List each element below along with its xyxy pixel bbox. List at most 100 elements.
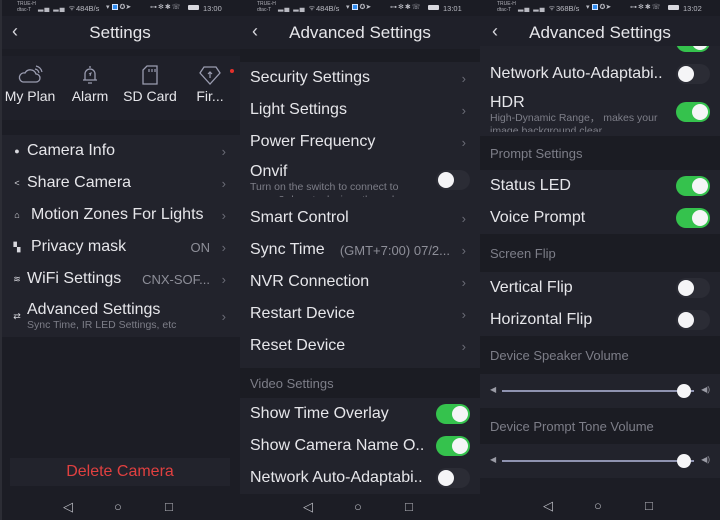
nav-recent-icon[interactable]: □: [645, 498, 653, 513]
row-label: Horizontal Flip: [490, 311, 593, 328]
row-status-led: Status LED: [480, 170, 720, 202]
row-label: Voice Prompt: [490, 209, 586, 226]
tone-volume-slider[interactable]: [502, 454, 694, 468]
section-speaker-volume: Device Speaker Volume: [480, 336, 720, 374]
settings-screen: TRUE-H dtac-T ▂▄ ▂▄ ᯤ 484B/s ▾ ✪➤ ⊶✻✱☏ 13…: [0, 0, 240, 520]
row-label: Restart Device: [250, 305, 355, 322]
chevron-right-icon: ›: [461, 210, 466, 226]
advanced-settings-screen: TRUE-H dtac-T ▂▄ ▂▄ ᯤ 484B/s ▾ ✪➤ ⊶✻✱☏ 13…: [240, 0, 480, 520]
row-light-settings[interactable]: Light Settings ›: [240, 94, 480, 126]
row-restart-device[interactable]: Restart Device ›: [240, 298, 480, 330]
advanced-settings-scrolled-screen: Network Auto-Adaptabi.. HDR High-Dynamic…: [480, 0, 720, 520]
chevron-right-icon: ›: [221, 175, 226, 191]
header: ‹ Advanced Settings: [240, 16, 480, 49]
network-speed: 368B/s: [556, 4, 580, 13]
shortcut-alarm[interactable]: Alarm: [60, 56, 120, 120]
nav-recent-icon[interactable]: □: [405, 499, 413, 514]
row-show-time-overlay: Show Time Overlay: [240, 398, 480, 430]
speaker-volume-slider[interactable]: [502, 384, 694, 398]
battery-icon: [188, 5, 199, 10]
row-sync-time[interactable]: Sync Time (GMT+7:00) 07/2... ›: [240, 234, 480, 266]
row-show-camera-name: Show Camera Name O..: [240, 430, 480, 462]
mask-icon: ▚: [13, 241, 21, 252]
nav-back-icon[interactable]: ◁: [303, 499, 313, 515]
chevron-right-icon: ›: [221, 207, 226, 223]
status-bar: TRUE-H dtac-T ▂▄ ▂▄ ᯤ 368B/s ▾ ✪➤ ⊶✻✱☏ 13…: [480, 0, 720, 16]
hdr-toggle[interactable]: [676, 102, 710, 122]
row-subtitle: Sync Time, IR LED Settings, etc: [27, 319, 177, 331]
speaker-volume-row: ◀ ◀): [480, 374, 720, 408]
nav-back-icon[interactable]: ◁: [543, 498, 553, 514]
row-label: Motion Zones For Lights: [31, 206, 204, 223]
shortcut-my-plan[interactable]: My Plan: [0, 56, 60, 120]
row-horizontal-flip: Horizontal Flip: [480, 304, 720, 336]
notification-icons: ▾ ✪➤: [106, 4, 132, 11]
row-nvr-connection[interactable]: NVR Connection ›: [240, 266, 480, 298]
nav-home-icon[interactable]: ○: [354, 499, 362, 514]
row-smart-control[interactable]: Smart Control ›: [240, 202, 480, 234]
section-prompt-settings: Prompt Settings: [480, 136, 720, 170]
network-speed: 484B/s: [316, 4, 340, 13]
time-overlay-toggle[interactable]: [436, 404, 470, 424]
row-power-frequency[interactable]: Power Frequency ›: [240, 126, 480, 158]
row-camera-info[interactable]: ● Camera Info ›: [0, 135, 240, 167]
carrier-label: TRUE-H dtac-T: [17, 1, 36, 13]
chevron-right-icon: ›: [221, 271, 226, 287]
vertical-flip-toggle[interactable]: [676, 278, 710, 298]
shortcut-label: Alarm: [71, 88, 109, 104]
status-bar: TRUE-H dtac-T ▂▄ ▂▄ ᯤ 484B/s ▾ ✪➤ ⊶✻✱☏ 13…: [240, 0, 480, 16]
row-security-settings[interactable]: Security Settings ›: [240, 62, 480, 94]
row-label: Status LED: [490, 177, 571, 194]
row-subtitle: High-Dynamic Range， makes your image bac…: [490, 112, 658, 132]
row-wifi-settings[interactable]: ≋ WiFi Settings CNX-SOF... ›: [0, 263, 240, 295]
network-speed: 484B/s: [76, 4, 100, 13]
system-icons: ⊶✻✱☏: [390, 4, 422, 11]
row-reset-device[interactable]: Reset Device ›: [240, 330, 480, 362]
nav-home-icon[interactable]: ○: [594, 498, 602, 513]
nav-home-icon[interactable]: ○: [114, 499, 122, 514]
cloud-icon: [0, 56, 60, 86]
row-label: Show Camera Name O..: [250, 437, 425, 454]
chevron-right-icon: ›: [461, 242, 466, 258]
carrier-label: TRUE-H dtac-T: [497, 1, 516, 13]
shortcut-firmware[interactable]: Fir...: [180, 56, 240, 120]
volume-low-icon: ◀: [490, 385, 497, 394]
chevron-right-icon: ›: [461, 274, 466, 290]
nav-back-icon[interactable]: ◁: [63, 499, 73, 515]
row-motion-zones[interactable]: ⌂ Motion Zones For Lights ›: [0, 199, 240, 231]
tone-volume-row: ◀ ◀): [480, 444, 720, 478]
status-led-toggle[interactable]: [676, 176, 710, 196]
slider-thumb[interactable]: [677, 384, 692, 398]
row-share-camera[interactable]: < Share Camera ›: [0, 167, 240, 199]
header: ‹ Settings: [0, 16, 240, 49]
nav-recent-icon[interactable]: □: [165, 499, 173, 514]
settings-list: ● Camera Info › < Share Camera › ⌂ Motio…: [0, 135, 240, 337]
shortcut-sd-card[interactable]: SD Card: [120, 56, 180, 120]
camera-name-toggle[interactable]: [436, 436, 470, 456]
notification-icons: ▾ ✪➤: [586, 4, 612, 11]
row-subtitle: Turn on the switch to connect to some 3r…: [250, 181, 399, 197]
horizontal-flip-toggle[interactable]: [676, 310, 710, 330]
carrier-label: TRUE-H dtac-T: [257, 1, 276, 13]
row-label: Reset Device: [250, 337, 346, 354]
voice-prompt-toggle[interactable]: [676, 208, 710, 228]
share-icon: <: [14, 178, 20, 188]
row-advanced-settings[interactable]: ⇄ Advanced Settings Sync Time, IR LED Se…: [0, 295, 240, 337]
battery-icon: [668, 5, 679, 10]
row-vertical-flip: Vertical Flip: [480, 272, 720, 304]
row-label: Security Settings: [250, 69, 371, 86]
onvif-toggle[interactable]: [436, 170, 470, 190]
row-privacy-mask[interactable]: ▚ Privacy mask ON ›: [0, 231, 240, 263]
slider-thumb[interactable]: [677, 454, 692, 468]
signal-icon: ▂▄ ▂▄ ᯤ: [518, 5, 556, 12]
row-network-auto-adapt: Network Auto-Adaptabi..: [240, 462, 480, 494]
network-adapt-toggle[interactable]: [676, 64, 710, 84]
row-label: Sync Time: [250, 241, 325, 258]
wifi-icon: ≋: [13, 273, 21, 284]
delete-camera-button[interactable]: Delete Camera: [10, 458, 230, 486]
chevron-right-icon: ›: [221, 308, 226, 324]
shortcut-label: SD Card: [123, 88, 177, 104]
signal-icon: ▂▄ ▂▄ ᯤ: [38, 5, 76, 12]
sliders-icon: ⇄: [13, 310, 21, 321]
network-adapt-toggle[interactable]: [436, 468, 470, 488]
